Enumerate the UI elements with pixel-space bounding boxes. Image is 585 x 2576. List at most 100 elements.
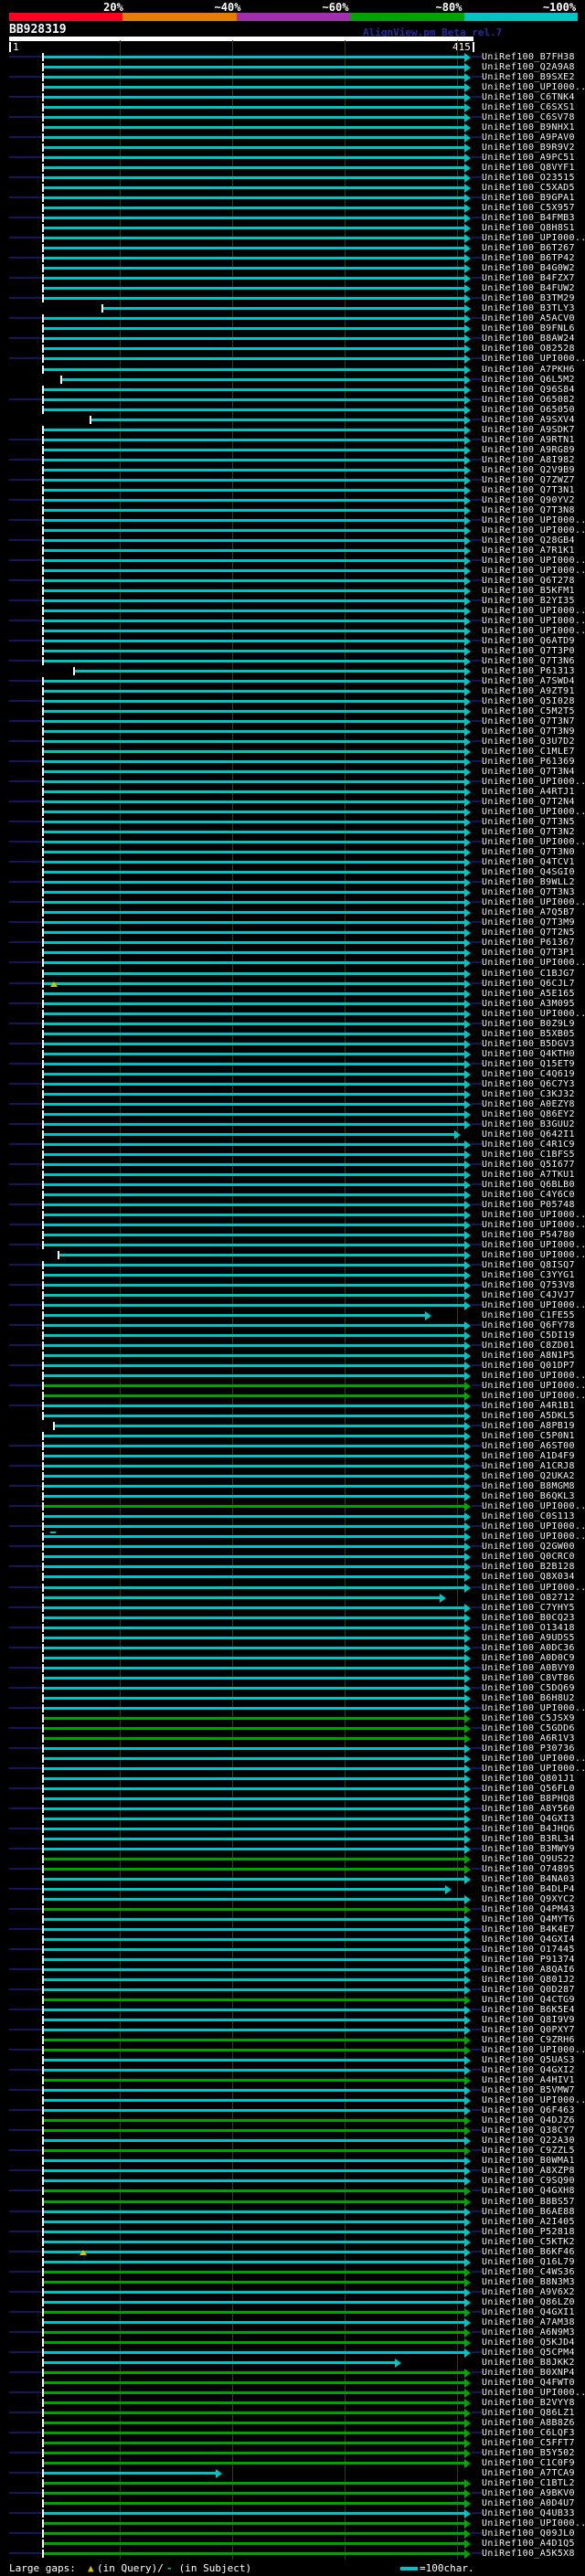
hit-bar [44, 1727, 464, 1730]
hit-arrow-icon [464, 1392, 471, 1401]
hit-bar [44, 800, 464, 803]
hit-arrow-icon [464, 1472, 471, 1481]
hit-bar [44, 821, 464, 823]
subject-label: UniRef100_Q7T3P1 [482, 948, 575, 958]
hit-arrow-icon [464, 1331, 471, 1341]
alignment-row: UniRef100_UPI000.. [0, 958, 585, 969]
subject-label: UniRef100_C4JVJ7 [482, 1290, 575, 1300]
subject-label: UniRef100_C7YHY5 [482, 1603, 575, 1613]
subject-label: UniRef100_Q86LZ1 [482, 2408, 575, 2418]
subject-label: UniRef100_B3RL34 [482, 1834, 575, 1844]
subject-label: UniRef100_C1BJG7 [482, 969, 575, 979]
hit-bar [44, 1998, 464, 2001]
subject-overhang-left [9, 2311, 42, 2313]
hit-bar [44, 1264, 464, 1267]
hit-arrow-icon [464, 798, 471, 807]
hit-arrow-icon [464, 2228, 471, 2237]
hit-bar [44, 1515, 464, 1518]
hit-arrow-icon [464, 1221, 471, 1230]
subject-label: UniRef100_Q7T3N4 [482, 767, 575, 777]
hit-bar [44, 972, 464, 975]
subject-overhang-left [9, 2532, 42, 2534]
subject-label: UniRef100_A3M095 [482, 999, 575, 1009]
hit-bar [44, 680, 464, 683]
hit-bar [44, 2149, 464, 2152]
subject-label: UniRef100_C4WS36 [482, 2267, 575, 2277]
subject-overhang-right [472, 800, 482, 802]
scalebar-sample [400, 2567, 418, 2571]
subject-label: UniRef100_A6R1V3 [482, 1733, 575, 1744]
subject-overhang-right [472, 2432, 482, 2433]
subject-overhang-left [9, 1163, 42, 1165]
hit-arrow-icon [464, 2187, 471, 2196]
hit-arrow-icon [464, 2549, 471, 2559]
subject-overhang-right [472, 921, 482, 923]
hit-bar [44, 1002, 464, 1005]
hit-bar [44, 1083, 464, 1086]
subject-label: UniRef100_A8QAI6 [482, 1965, 575, 1975]
hit-arrow-icon [464, 1865, 471, 1874]
subject-overhang-right [472, 1687, 482, 1689]
subject-overhang-left [9, 660, 42, 662]
subject-label: UniRef100_UPI000.. [482, 616, 585, 626]
subject-label: UniRef100_B8AW24 [482, 334, 575, 344]
hit-bar [44, 992, 464, 995]
hit-bar [44, 1545, 464, 1548]
subject-overhang-left [9, 2069, 42, 2071]
subject-label: UniRef100_Q7T2N5 [482, 928, 575, 938]
subject-label: UniRef100_Q6FY78 [482, 1320, 575, 1330]
hit-bar [44, 1848, 464, 1850]
subject-label: UniRef100_B2B128 [482, 1562, 575, 1572]
hit-arrow-icon [464, 2238, 471, 2247]
hit-arrow-icon [464, 1522, 471, 1532]
hit-arrow-icon [464, 1925, 471, 1935]
subject-overhang-left [9, 1384, 42, 1386]
subject-overhang-right [472, 821, 482, 822]
hit-bar [44, 1596, 440, 1599]
subject-label: UniRef100_Q7T3P0 [482, 646, 575, 656]
subject-label: UniRef100_A0EZY8 [482, 1099, 575, 1109]
subject-overhang-left [9, 56, 42, 58]
hit-bar [44, 1807, 464, 1810]
subject-overhang-right [472, 479, 482, 481]
subject-label: UniRef100_A0BVY0 [482, 1663, 575, 1673]
hit-bar [44, 1777, 464, 1780]
subject-overhang-left [9, 2472, 42, 2474]
hit-bar [44, 700, 464, 703]
subject-label: UniRef100_B3MWY9 [482, 1844, 575, 1854]
subject-label: UniRef100_B8BS57 [482, 2197, 575, 2207]
subject-overhang-left [9, 961, 42, 963]
hit-arrow-icon [464, 1191, 471, 1200]
subject-label: UniRef100_A9V6X2 [482, 2287, 575, 2297]
hit-arrow-icon [464, 747, 471, 757]
hit-bar [44, 2492, 464, 2495]
subject-label: UniRef100_Q801J1 [482, 1774, 575, 1784]
subject-overhang-right [472, 2210, 482, 2212]
hit-arrow-icon [464, 637, 471, 646]
hit-bar [44, 1234, 464, 1236]
subject-label: UniRef100_UPI000.. [482, 82, 585, 92]
subject-overhang-left [9, 2452, 42, 2454]
subject-label: UniRef100_O82528 [482, 344, 575, 354]
subject-label: UniRef100_A7R1K1 [482, 546, 575, 556]
hit-bar [44, 1988, 464, 1991]
subject-label: UniRef100_B0XNP4 [482, 2368, 575, 2378]
hit-arrow-icon [464, 2056, 471, 2065]
hit-bar [44, 1033, 464, 1035]
subject-label: UniRef100_A4HIV1 [482, 2075, 575, 2085]
hit-bar [44, 2099, 464, 2102]
subject-label: UniRef100_Q0CRC0 [482, 1552, 575, 1562]
hit-bar [44, 1565, 464, 1568]
subject-overhang-left [9, 2492, 42, 2494]
subject-label: UniRef100_B9GPA1 [482, 193, 575, 203]
hit-arrow-icon [464, 1512, 471, 1521]
hit-arrow-icon [464, 597, 471, 606]
hit-bar [44, 1304, 464, 1307]
subject-label: UniRef100_C5DI19 [482, 1330, 575, 1341]
subject-overhang-right [472, 1445, 482, 1447]
hit-bar [44, 1495, 464, 1498]
hit-arrow-icon [464, 506, 471, 515]
subject-overhang-right [472, 1364, 482, 1366]
subject-overhang-left [9, 1203, 42, 1205]
subject-label: UniRef100_A5DKL5 [482, 1411, 575, 1421]
